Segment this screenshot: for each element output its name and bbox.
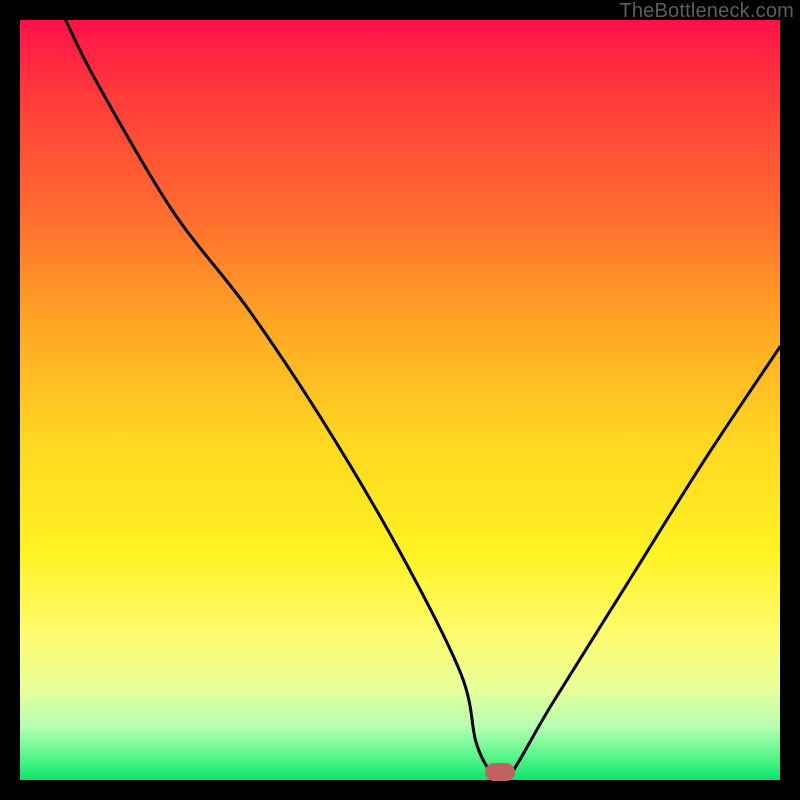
chart-frame: TheBottleneck.com [0,0,800,800]
bottleneck-curve [20,20,780,780]
optimal-marker [485,763,515,781]
plot-area [20,20,780,780]
